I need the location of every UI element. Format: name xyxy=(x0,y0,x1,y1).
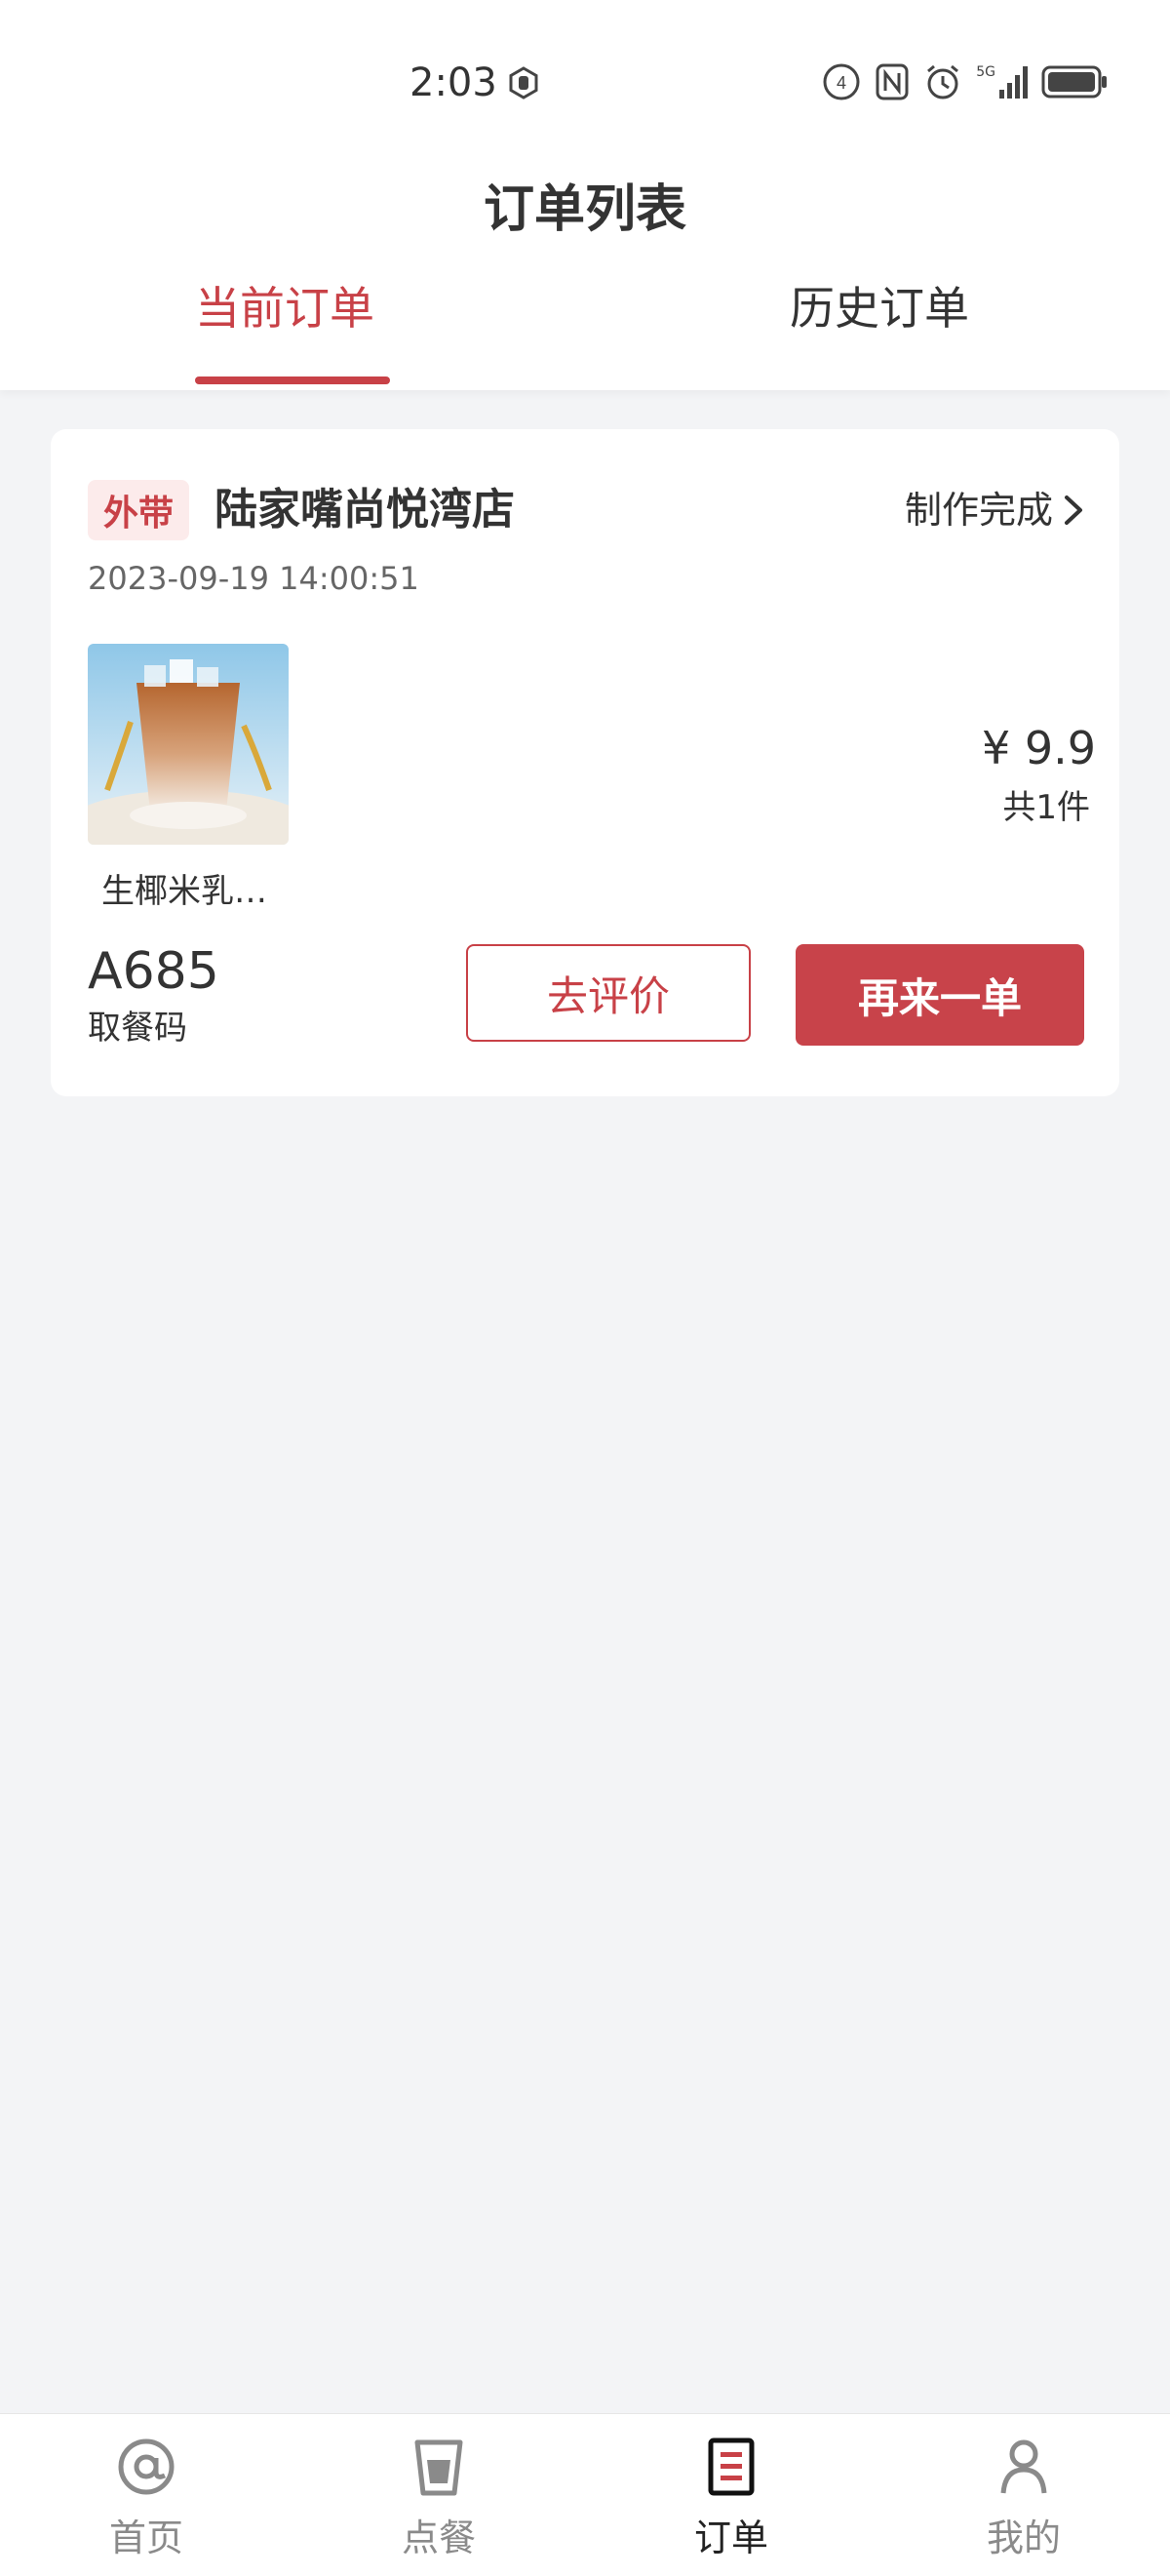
chevron-right-icon xyxy=(1065,495,1082,525)
pickup-code-label: 取餐码 xyxy=(88,1009,187,1048)
reorder-button[interactable]: 再来一单 xyxy=(796,944,1084,1046)
nav-item-order-food[interactable]: 点餐 xyxy=(292,2414,585,2576)
signal-indicator: 5G xyxy=(976,64,1028,99)
bottom-nav: 首页 点餐 订单 我的 xyxy=(0,2413,1170,2576)
nav-label-orders: 订单 xyxy=(693,2517,768,2559)
person-icon xyxy=(993,2436,1055,2498)
nfc-icon xyxy=(876,63,909,100)
order-doc-icon xyxy=(700,2436,762,2498)
at-icon xyxy=(115,2436,177,2498)
order-status-label: 制作完成 xyxy=(904,489,1053,532)
item-count: 共1件 xyxy=(1002,788,1090,827)
order-status-link[interactable]: 制作完成 xyxy=(905,480,1086,540)
active-tab-indicator xyxy=(195,376,390,384)
status-bar-time: 2:03 xyxy=(410,60,540,105)
order-type-badge: 外带 xyxy=(88,480,189,540)
nav-label-order-food: 点餐 xyxy=(401,2517,476,2559)
product-name: 生椰米乳… xyxy=(101,872,267,911)
hand-icon xyxy=(509,66,538,99)
order-card[interactable]: 外带 陆家嘴尚悦湾店 制作完成 2023-09-19 14:00:51 生椰米乳… xyxy=(51,429,1119,1096)
volte-icon: 4 xyxy=(823,63,860,100)
svg-text:4: 4 xyxy=(837,73,846,93)
alarm-icon xyxy=(927,64,959,99)
nav-item-me[interactable]: 我的 xyxy=(878,2414,1170,2576)
review-button[interactable]: 去评价 xyxy=(466,944,751,1042)
order-timestamp: 2023-09-19 14:00:51 xyxy=(88,560,419,597)
nav-label-me: 我的 xyxy=(986,2517,1061,2559)
battery-icon xyxy=(1041,65,1107,99)
cup-icon xyxy=(408,2436,470,2498)
tab-current-orders[interactable]: 当前订单 xyxy=(195,273,374,337)
signal-bars-icon xyxy=(999,66,1028,99)
nav-label-home: 首页 xyxy=(108,2517,183,2559)
order-price: ¥ 9.9 xyxy=(981,722,1096,774)
nav-item-home[interactable]: 首页 xyxy=(0,2414,292,2576)
pickup-code: A685 xyxy=(88,942,219,1001)
product-image[interactable] xyxy=(88,644,289,845)
store-name: 陆家嘴尚悦湾店 xyxy=(214,485,515,535)
tab-history-orders[interactable]: 历史订单 xyxy=(790,273,969,337)
nav-item-orders[interactable]: 订单 xyxy=(585,2414,878,2576)
coconut-latte-image xyxy=(88,644,289,845)
page-title: 订单列表 xyxy=(483,180,686,239)
status-icons: 4 5G xyxy=(822,62,1108,101)
top-bar: 2:03 4 5G 订单列表 当前订单 历史订单 xyxy=(0,0,1170,390)
